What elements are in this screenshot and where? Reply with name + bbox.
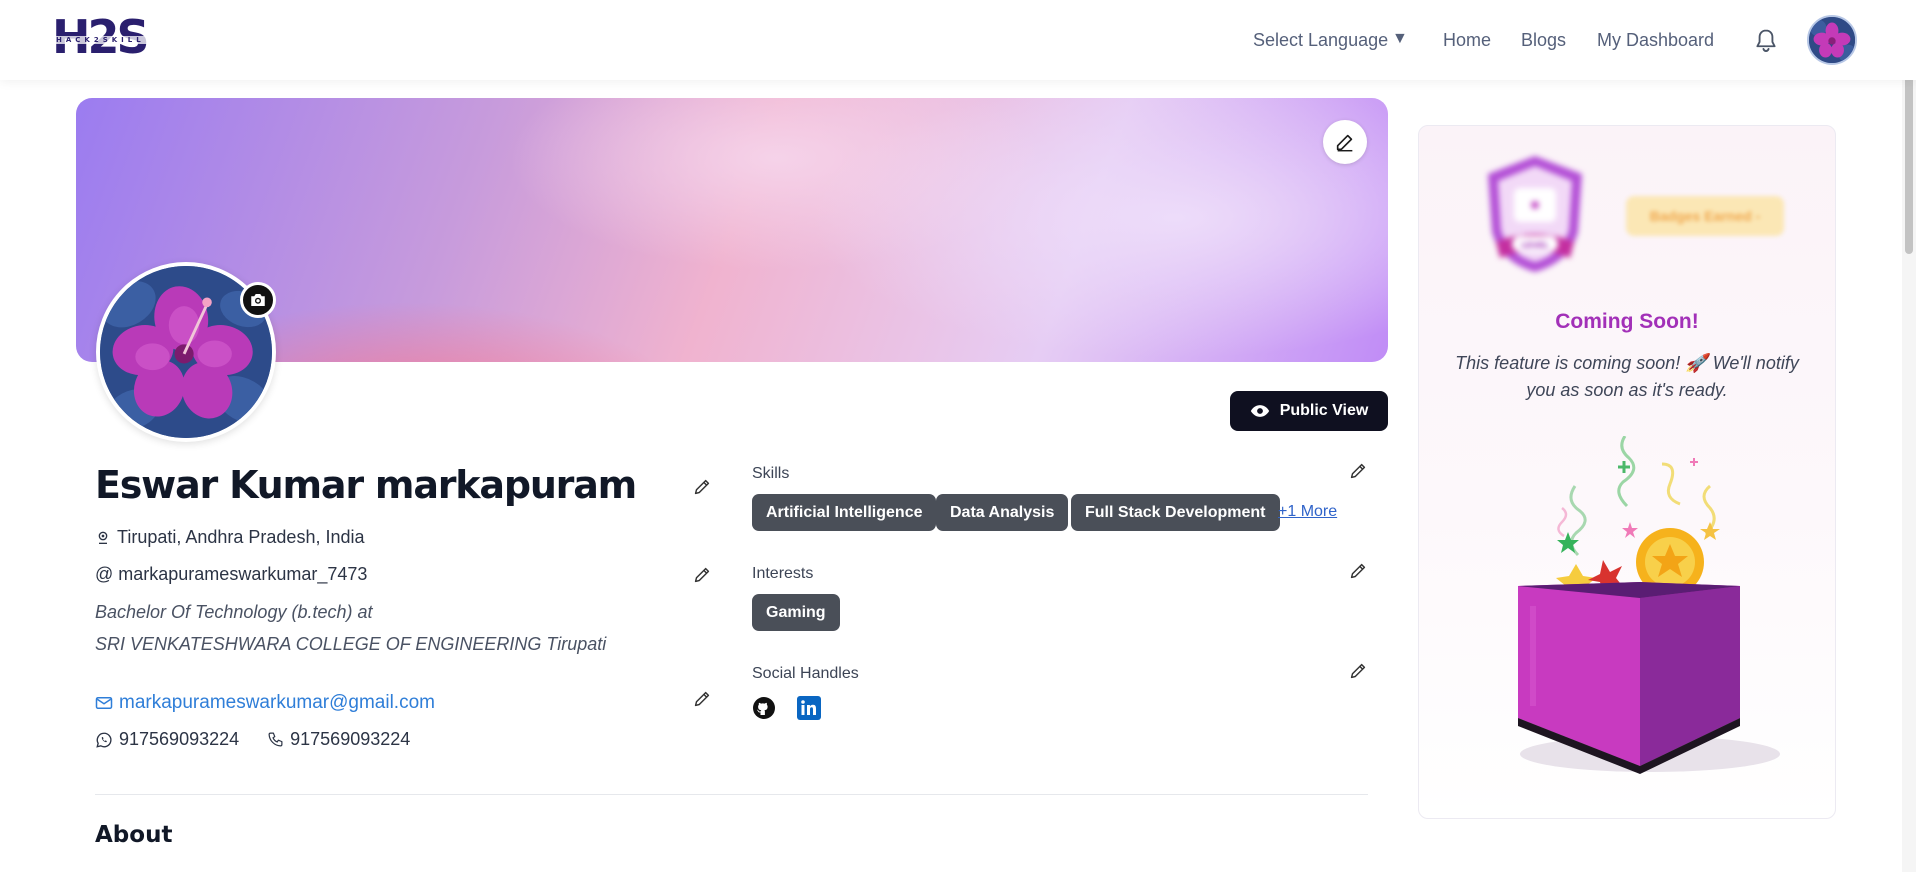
interest-chip: Gaming (752, 594, 840, 631)
level-badge-icon: LEVEL (1488, 156, 1582, 272)
coming-soon-title: Coming Soon! (1555, 310, 1699, 333)
nav-link-blogs[interactable]: Blogs (1521, 30, 1566, 51)
github-icon[interactable] (752, 696, 776, 720)
degree-text: Bachelor Of Technology (b.tech) at (95, 602, 373, 622)
email-row[interactable]: markapurameswarkumar@gmail.com (95, 692, 435, 714)
whatsapp-icon (96, 732, 112, 748)
edit-social-pencil-icon[interactable] (1347, 660, 1369, 682)
language-select[interactable]: Select Language (1253, 30, 1388, 51)
nav-link-dashboard[interactable]: My Dashboard (1597, 30, 1714, 51)
skill-chip: Artificial Intelligence (752, 494, 937, 531)
bell-icon[interactable] (1752, 26, 1780, 56)
pencil-icon (1336, 134, 1353, 152)
more-skills-link[interactable]: +1 More (1278, 503, 1337, 521)
location-text: Tirupati, Andhra Pradesh, India (117, 527, 365, 547)
edit-banner-button[interactable] (1323, 120, 1367, 164)
college-text: SRI VENKATESHWARA COLLEGE OF ENGINEERING… (95, 634, 607, 654)
skill-chip: Data Analysis (936, 494, 1069, 531)
social-handles-label: Social Handles (752, 665, 859, 682)
edit-skills-pencil-icon[interactable] (1347, 460, 1369, 482)
skills-label: Skills (752, 465, 790, 482)
edit-contact-pencil-icon[interactable] (691, 688, 713, 710)
email-link[interactable]: markapurameswarkumar@gmail.com (119, 692, 435, 714)
coming-soon-text: This feature is coming soon! 🚀 We'll not… (1455, 353, 1799, 400)
profile-name: Eswar Kumar markapuram (95, 463, 637, 507)
top-navbar: H2S HACK2SKILL Select Language ▼ Home Bl… (0, 0, 1916, 80)
logo-subtext: HACK2SKILL (54, 36, 147, 44)
nav-link-home[interactable]: Home (1443, 30, 1491, 51)
badges-earned-pill: Badges Earned - (1626, 196, 1784, 236)
user-avatar[interactable] (1807, 15, 1857, 65)
edit-name-pencil-icon[interactable] (691, 476, 713, 498)
scrollbar[interactable] (1902, 0, 1916, 872)
h2s-logo[interactable]: H2S HACK2SKILL (52, 12, 168, 62)
edit-interests-pencil-icon[interactable] (1347, 560, 1369, 582)
username-text: @ markapurameswarkumar_7473 (95, 564, 368, 584)
phone-icon (268, 732, 283, 747)
public-view-button[interactable]: Public View (1230, 391, 1388, 431)
camera-icon (251, 294, 265, 306)
public-view-label: Public View (1279, 402, 1369, 419)
phone-number: 917569093224 (290, 729, 411, 749)
edit-details-pencil-icon[interactable] (691, 564, 713, 586)
section-divider (95, 794, 1368, 795)
chevron-down-icon[interactable]: ▼ (1392, 30, 1408, 48)
phone-row: 917569093224 917569093224 (95, 729, 410, 750)
eye-icon (1250, 405, 1269, 417)
profile-banner (76, 98, 1388, 362)
interests-label: Interests (752, 565, 814, 582)
hibiscus-avatar-icon (1809, 17, 1855, 63)
about-heading: About (95, 822, 173, 848)
mail-icon (95, 697, 113, 709)
location-row: Tirupati, Andhra Pradesh, India (95, 527, 364, 548)
username-row: @ markapurameswarkumar_7473 (95, 564, 367, 585)
gift-box-illustration (1518, 436, 1780, 774)
badge-level-text: LEVEL (1521, 241, 1548, 250)
skill-chip: Full Stack Development (1071, 494, 1280, 531)
linkedin-icon[interactable] (797, 696, 821, 720)
whatsapp-number: 917569093224 (119, 729, 240, 749)
location-pin-icon (98, 531, 108, 544)
change-photo-button[interactable] (240, 282, 276, 318)
